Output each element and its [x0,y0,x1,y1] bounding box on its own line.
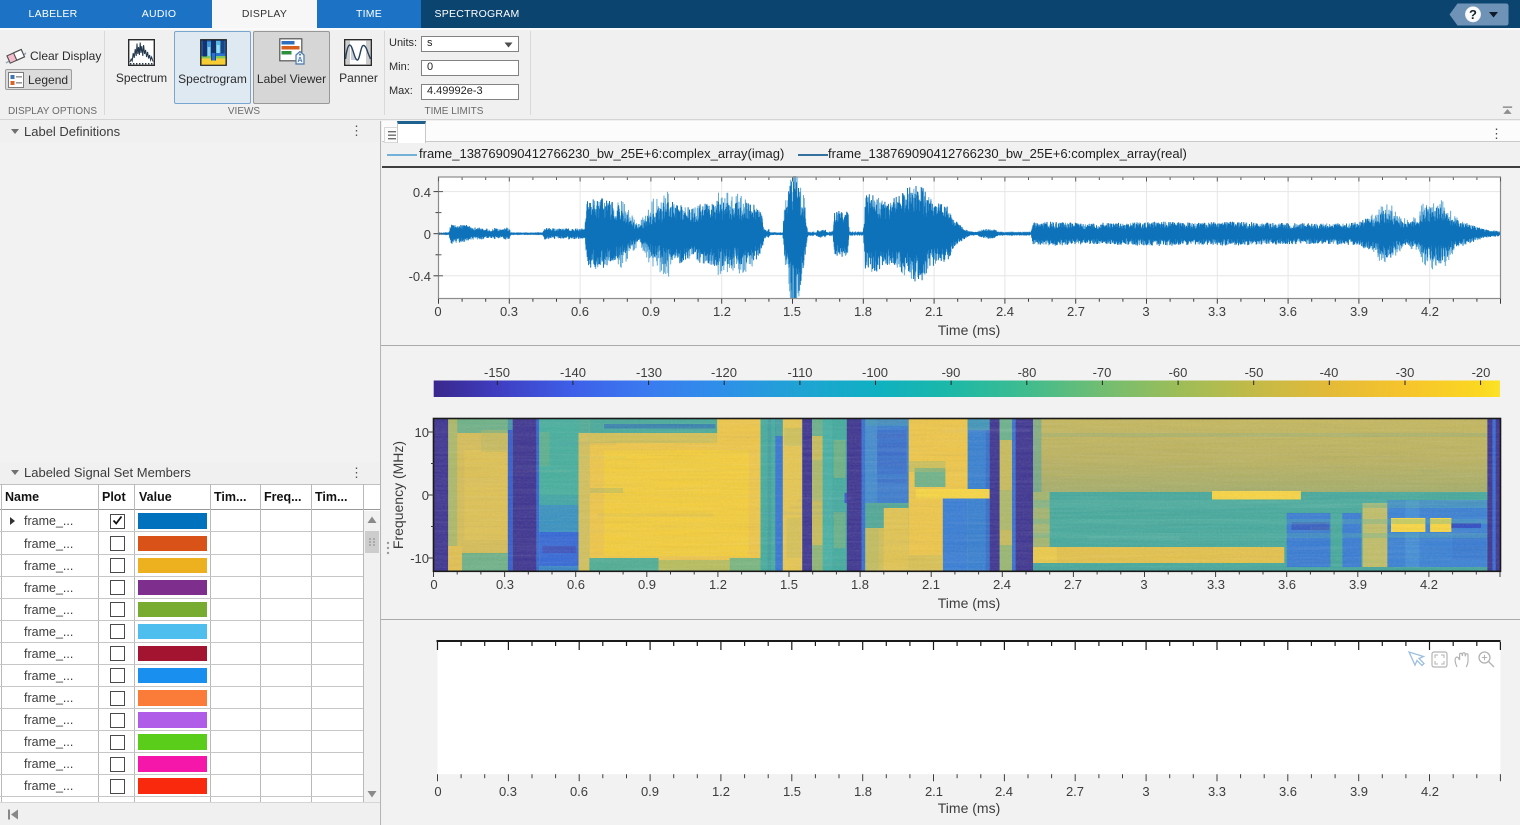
svg-text:?: ? [1469,7,1477,22]
svg-text:A: A [297,57,302,64]
